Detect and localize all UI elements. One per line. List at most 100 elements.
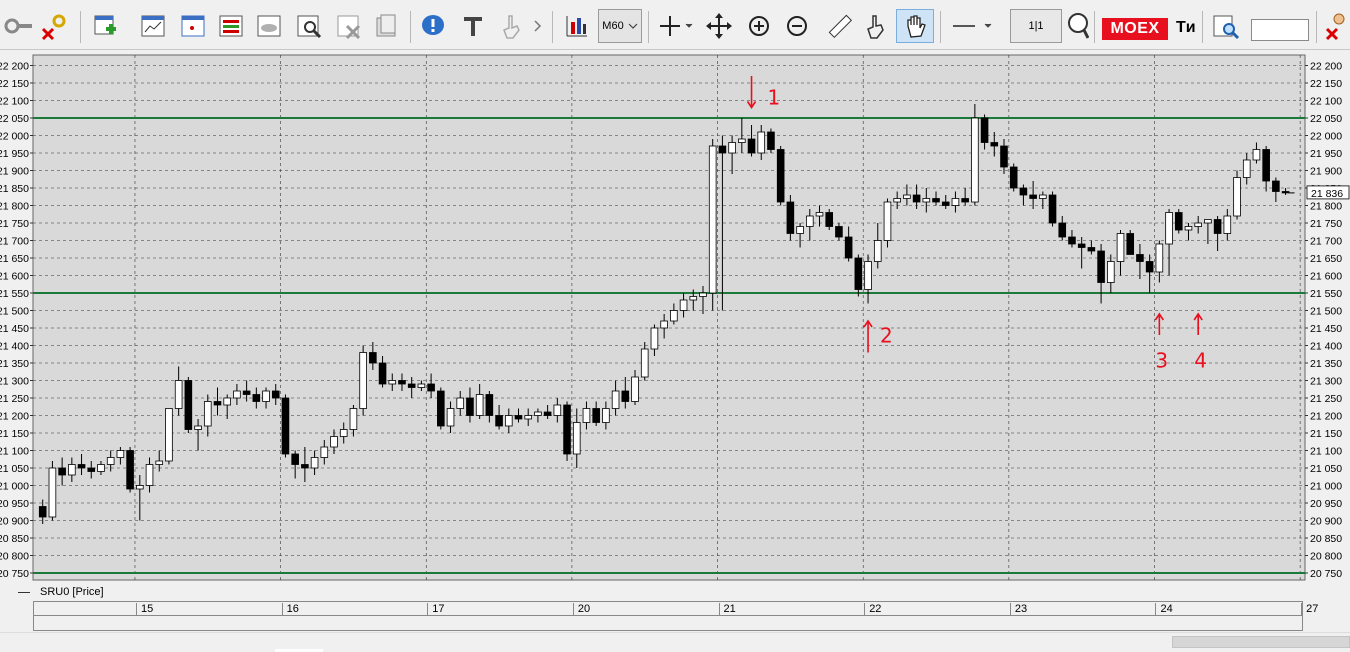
candle-body (58, 467, 66, 476)
candle-body (437, 390, 445, 427)
candle-body (97, 464, 105, 472)
candle-body (349, 408, 358, 430)
annotation-label: 1 (768, 86, 781, 110)
y-tick-label-right: 21 200 (1310, 411, 1342, 423)
candle-body (563, 404, 571, 455)
candle-body (475, 394, 484, 416)
candle-body (990, 142, 999, 147)
candle-body (650, 327, 659, 350)
candle-body (485, 394, 494, 416)
candle-body (504, 415, 513, 427)
candle-body (48, 467, 57, 518)
table-icon[interactable] (176, 9, 210, 43)
search-input[interactable] (1251, 19, 1309, 41)
handshake-icon[interactable] (252, 9, 286, 43)
candle-body (1107, 261, 1115, 283)
move-icon[interactable] (702, 9, 736, 43)
candle-body (369, 352, 377, 364)
chart-svg[interactable]: 22 200 22 200 22 150 22 150 22 100 22 100 22 0… (0, 50, 1350, 585)
y-tick-label-right: 20 750 (1310, 568, 1342, 580)
zoom-out-icon[interactable] (780, 9, 814, 43)
candle-body (844, 236, 853, 259)
candle-body (941, 201, 950, 206)
candle-body (165, 408, 173, 462)
y-tick-label-right: 21 750 (1310, 218, 1342, 230)
ruler-icon[interactable] (822, 9, 856, 43)
crosshair-icon[interactable] (654, 9, 696, 43)
find-instrument-icon[interactable] (1208, 9, 1244, 43)
y-tick-label-right: 22 100 (1310, 96, 1342, 108)
date-label: 22 (864, 603, 881, 616)
y-tick-label-left: 21 900 (0, 166, 29, 178)
y-tick-label-left: 21 400 (0, 341, 29, 353)
separator (648, 11, 649, 43)
candle-body (427, 383, 435, 392)
y-tick-label-left: 21 450 (0, 323, 29, 335)
candle-body (1029, 194, 1037, 199)
candle-body (1252, 149, 1261, 161)
chevron-right-icon[interactable] (530, 9, 544, 43)
pager-label: 1|1 (1028, 20, 1044, 32)
overview-scroll[interactable] (33, 616, 1303, 631)
chart-type-icon[interactable] (560, 9, 594, 43)
new-window-icon[interactable] (88, 9, 122, 43)
connect-key-icon[interactable] (2, 9, 36, 43)
candle-body (1126, 233, 1135, 255)
y-tick-label-right: 21 800 (1310, 201, 1342, 213)
candle-body (271, 390, 280, 399)
candle-body (922, 198, 931, 203)
interval-selector[interactable]: M60 (598, 9, 642, 43)
y-tick-label-left: 20 800 (0, 551, 29, 563)
pointer-hand-icon[interactable] (494, 9, 528, 43)
candle-body (213, 401, 222, 406)
search-orders-icon[interactable] (292, 9, 326, 43)
candle-body (534, 411, 542, 416)
candle-body (1213, 219, 1222, 234)
quotes-icon[interactable] (214, 9, 248, 43)
candle-body (670, 310, 678, 322)
candle-body (1155, 243, 1164, 273)
zoom-in-icon[interactable] (742, 9, 776, 43)
date-label: 23 (1009, 603, 1027, 616)
cancel-orders-icon[interactable] (332, 9, 366, 43)
y-tick-label-left: 20 950 (0, 498, 29, 510)
legend-bar: SRU0 [Price] (0, 585, 1350, 601)
y-tick-label-left: 21 250 (0, 393, 29, 405)
candle-body (514, 415, 523, 420)
price-chart[interactable]: 22 200 22 200 22 150 22 150 22 100 22 100 22 0… (0, 50, 1350, 585)
disconnect-icon[interactable] (38, 9, 72, 43)
annotation-label: 2 (880, 324, 893, 348)
status-bar (0, 632, 1350, 652)
new-chart-icon[interactable] (136, 9, 170, 43)
date-label: 17 (427, 603, 445, 616)
portfolio-icon[interactable] (370, 9, 404, 43)
search-chart-icon[interactable] (1064, 9, 1090, 43)
candle-body (77, 464, 86, 469)
candle-body (689, 296, 698, 301)
horizontal-scroll-thumb[interactable] (1172, 636, 1350, 648)
hand-pan-icon[interactable] (896, 9, 934, 43)
text-tool-icon[interactable] (456, 9, 490, 43)
date-label: 21 (718, 603, 736, 616)
candle-body (1233, 177, 1241, 217)
page-selector[interactable]: 1|1 (1010, 9, 1062, 43)
y-tick-label-left: 21 000 (0, 481, 29, 493)
hand-pointer-icon[interactable] (858, 9, 892, 43)
y-tick-label-right: 20 900 (1310, 516, 1342, 528)
y-tick-label-right: 21 150 (1310, 428, 1342, 440)
close-icon[interactable] (1322, 9, 1350, 43)
separator (1094, 11, 1095, 43)
line-style-icon[interactable] (948, 9, 996, 43)
candle-body (1204, 219, 1212, 224)
candle-body (873, 240, 882, 262)
candle-body (398, 380, 406, 385)
moex-logo: MOEX (1102, 18, 1168, 40)
info-icon[interactable] (416, 9, 450, 43)
candle-body (1136, 254, 1144, 262)
candle-body (1077, 243, 1086, 248)
candle-body (951, 198, 960, 206)
candle-body (825, 212, 834, 227)
date-axis: 15 16 17 20 21 22 23 24 27 (33, 601, 1318, 616)
y-tick-label-right: 21 600 (1310, 271, 1342, 283)
candle-body (718, 145, 727, 154)
